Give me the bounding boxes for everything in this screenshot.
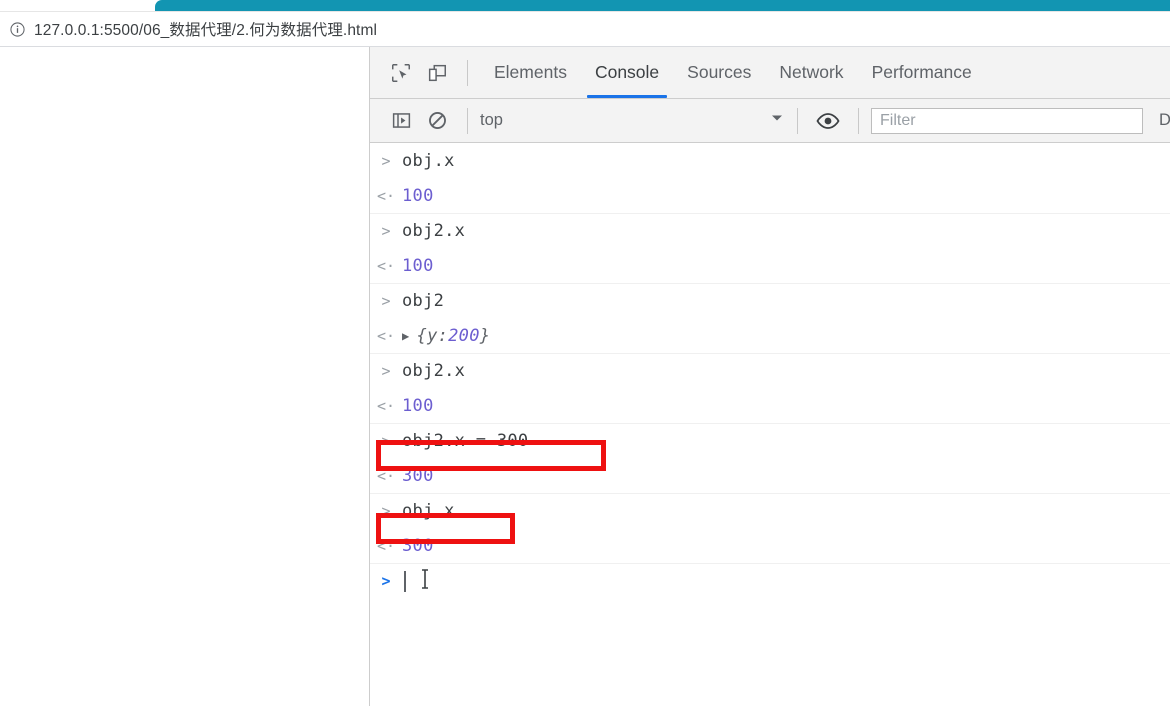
console-command[interactable]: > obj2.x (370, 213, 1170, 248)
console-input-prompt[interactable]: > (370, 563, 1170, 598)
console-result-value: 100 (402, 255, 434, 276)
text-ibeam-cursor (418, 568, 432, 595)
prompt-marker: > (381, 502, 391, 520)
tab-console[interactable]: Console (581, 47, 673, 98)
console-command[interactable]: > obj.x (370, 493, 1170, 528)
live-expression-eye-icon[interactable] (810, 103, 846, 139)
console-command[interactable]: > obj.x (370, 143, 1170, 178)
console-message-list[interactable]: > obj.x <· 100 > obj2.x <· 100 > obj2 <· (370, 143, 1170, 704)
result-marker: <· (376, 536, 396, 555)
console-result[interactable]: <· ▶ {y: 200 } (370, 318, 1170, 353)
console-result-value: 100 (402, 395, 434, 416)
result-marker: <· (376, 396, 396, 415)
devtools-tab-bar: Elements Console Sources Network Perform… (370, 47, 1170, 99)
execution-context-select[interactable]: top (480, 108, 785, 134)
url-text: 127.0.0.1:5500/06_数据代理/2.何为数据代理.html (34, 22, 378, 39)
device-toolbar-icon[interactable] (419, 55, 455, 91)
console-toolbar-divider-3 (858, 107, 859, 134)
prompt-marker: > (381, 292, 391, 310)
console-toolbar-divider-2 (797, 107, 798, 134)
tab-elements[interactable]: Elements (480, 47, 581, 98)
console-result[interactable]: <· 100 (370, 388, 1170, 423)
console-command-text: obj2.x = 300 (402, 431, 529, 451)
browser-active-tab[interactable] (155, 0, 1170, 11)
toolbar-divider (467, 59, 468, 86)
console-result-value: 300 (402, 465, 434, 486)
log-levels-dropdown[interactable]: Defau (1159, 111, 1170, 130)
tab-performance[interactable]: Performance (858, 47, 986, 98)
console-sidebar-toggle-icon[interactable] (383, 103, 419, 139)
console-command[interactable]: > obj2.x = 300 (370, 423, 1170, 458)
clear-console-icon[interactable] (419, 103, 455, 139)
object-preview-open: {y: (416, 325, 449, 346)
execution-context-label: top (480, 111, 503, 129)
console-result[interactable]: <· 300 (370, 458, 1170, 493)
console-command-text: obj2.x (402, 361, 466, 381)
console-filter-placeholder: Filter (880, 111, 916, 129)
prompt-marker: > (381, 151, 391, 170)
chevron-down-icon[interactable] (769, 110, 785, 131)
console-command-text: obj2 (402, 291, 445, 311)
devtools-panel: Elements Console Sources Network Perform… (369, 47, 1170, 706)
object-preview-value: 200 (448, 325, 480, 346)
console-result-value: 100 (402, 185, 434, 206)
browser-url-bar[interactable]: 127.0.0.1:5500/06_数据代理/2.何为数据代理.html (0, 12, 1170, 46)
console-result-value: 300 (402, 535, 434, 556)
prompt-marker: > (381, 572, 391, 590)
console-command-text: obj.x (402, 150, 455, 171)
console-command[interactable]: > obj2 (370, 283, 1170, 318)
prompt-marker: > (381, 222, 391, 240)
object-preview-close: } (479, 325, 491, 346)
prompt-marker: > (381, 362, 391, 380)
console-result[interactable]: <· 100 (370, 248, 1170, 283)
expand-triangle-icon[interactable]: ▶ (402, 329, 410, 343)
console-command-text: obj2.x (402, 221, 466, 241)
result-marker: <· (376, 186, 396, 205)
console-toolbar: top Filter Defau (370, 99, 1170, 143)
result-marker: <· (376, 466, 396, 485)
screenshot-root: 127.0.0.1:5500/06_数据代理/2.何为数据代理.html Ele… (0, 0, 1170, 706)
info-circle-icon[interactable] (10, 21, 25, 37)
console-command[interactable]: > obj2.x (370, 353, 1170, 388)
result-marker: <· (376, 256, 396, 275)
console-result[interactable]: <· 100 (370, 178, 1170, 213)
console-result[interactable]: <· 300 (370, 528, 1170, 563)
result-marker: <· (376, 326, 396, 345)
inspect-element-icon[interactable] (383, 55, 419, 91)
tab-sources[interactable]: Sources (673, 47, 765, 98)
console-command-text: obj.x (402, 501, 455, 521)
console-toolbar-divider-1 (467, 107, 468, 134)
console-filter-input[interactable]: Filter (871, 107, 1143, 134)
tab-network[interactable]: Network (765, 47, 857, 98)
text-caret (404, 570, 406, 592)
prompt-marker: > (381, 432, 391, 450)
console-result-object[interactable]: ▶ {y: 200 } (402, 326, 490, 346)
